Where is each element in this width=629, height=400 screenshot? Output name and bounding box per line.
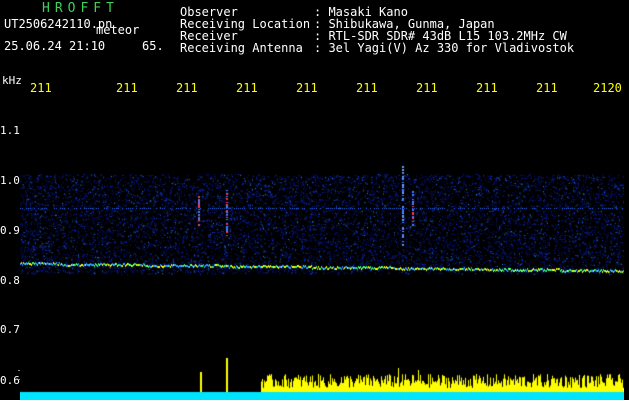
x-tick-label: 211 — [296, 81, 318, 95]
y-tick-label: 0.7 — [0, 323, 20, 336]
echo-count: 65. — [142, 39, 164, 53]
spectrogram-waterfall — [20, 96, 624, 400]
x-tick-label: 211 — [476, 81, 498, 95]
file-suffix: meteor — [96, 23, 140, 37]
x-tick-label: 211 — [30, 81, 52, 95]
x-tick-label: 211 — [356, 81, 378, 95]
x-tick-label: 211 — [116, 81, 138, 95]
y-tick-label: 0.6 — [0, 374, 20, 387]
y-tick-label: 0.8 — [0, 274, 20, 287]
y-tick-label: 0.9 — [0, 224, 20, 237]
x-tick-label: 211 — [236, 81, 258, 95]
y-tick-label: 1.0 — [0, 174, 20, 187]
y-tick-label: 1.1 — [0, 124, 20, 137]
x-tick-label: 211 — [176, 81, 198, 95]
axis-unit-label: kHz — [2, 74, 22, 87]
x-tick-label: 211 — [416, 81, 438, 95]
observation-datetime: 25.06.24 21:10 — [4, 39, 106, 53]
x-tick-label: 211 — [536, 81, 558, 95]
hrofft-window: { "header": { "app_name": "HROFFT", "fil… — [0, 0, 629, 400]
antenna-value: : 3el Yagi(V) Az 330 for Vladivostok — [314, 41, 575, 55]
x-tick-label: 2120 — [593, 81, 622, 95]
antenna-label: Receiving Antenna — [180, 41, 303, 55]
app-name: HROFFT — [42, 1, 119, 16]
